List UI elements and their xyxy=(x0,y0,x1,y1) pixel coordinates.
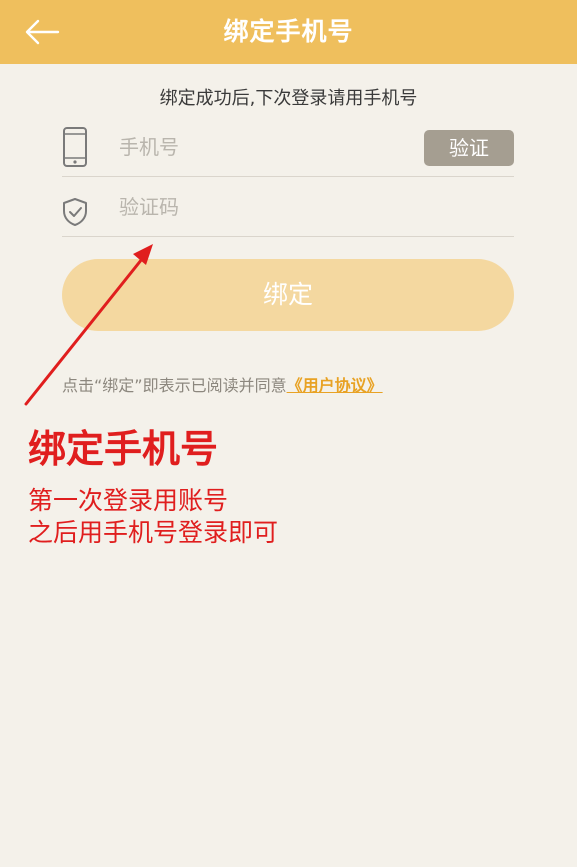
page-title: 绑定手机号 xyxy=(223,17,354,46)
phone-icon xyxy=(63,127,87,167)
agreement-text: 点击“绑定”即表示已阅读并同意《用户协议》 xyxy=(62,372,383,396)
bind-button[interactable]: 绑定 xyxy=(62,259,514,331)
back-button[interactable] xyxy=(22,14,62,50)
header-bar: 绑定手机号 xyxy=(0,0,577,64)
code-row xyxy=(62,176,514,237)
verification-code-input[interactable] xyxy=(119,190,399,224)
bind-hint: 绑定成功后,下次登录请用手机号 xyxy=(159,88,418,109)
phone-row: 验证 xyxy=(62,116,514,177)
annotation-title: 绑定手机号 xyxy=(28,427,219,471)
annotation-line-1: 第一次登录用账号 xyxy=(28,486,229,515)
agreement-prefix: 点击“绑定”即表示已阅读并同意 xyxy=(62,376,287,395)
verify-button[interactable]: 验证 xyxy=(424,130,514,166)
user-agreement-link[interactable]: 《用户协议》 xyxy=(287,376,383,395)
shield-check-icon xyxy=(63,198,87,226)
arrow-left-icon xyxy=(25,19,60,45)
phone-input[interactable] xyxy=(119,130,399,164)
annotation-line-2: 之后用手机号登录即可 xyxy=(28,518,279,547)
